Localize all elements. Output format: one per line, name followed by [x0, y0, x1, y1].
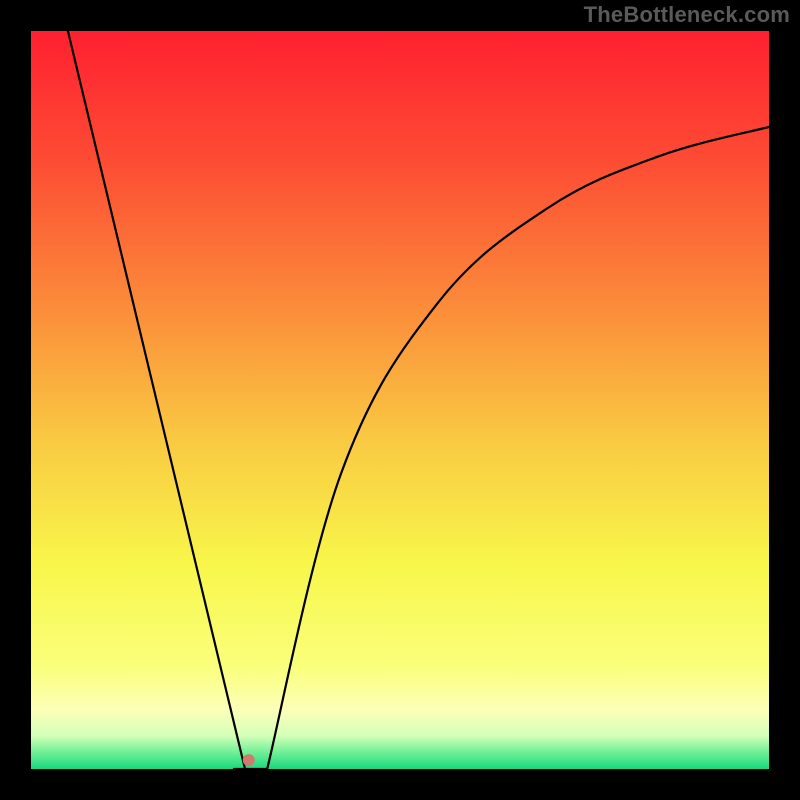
plot-background [31, 31, 769, 769]
chart-plot [31, 31, 769, 769]
watermark-text: TheBottleneck.com [584, 2, 790, 28]
chart-frame: TheBottleneck.com [0, 0, 800, 800]
minimum-marker [243, 754, 255, 766]
